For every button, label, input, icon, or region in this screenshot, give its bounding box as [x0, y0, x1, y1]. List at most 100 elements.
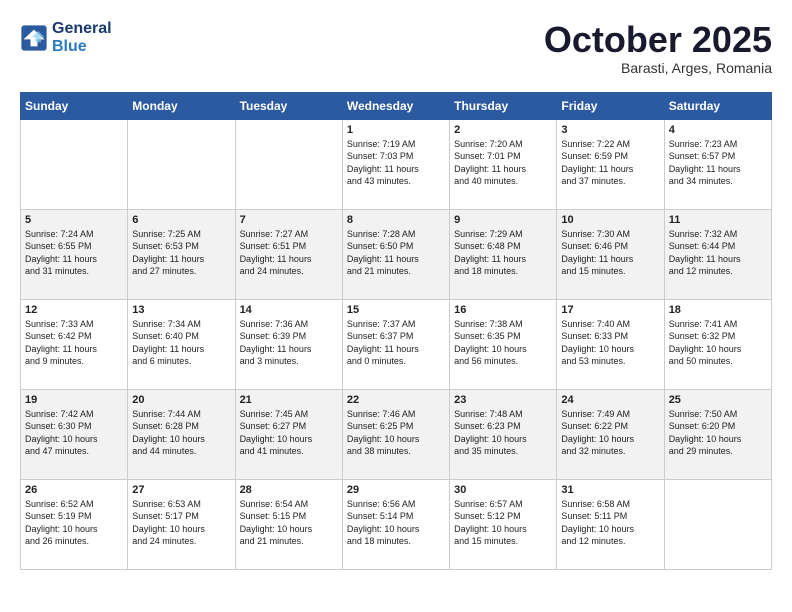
day-number: 1	[347, 124, 445, 136]
cell-info: Sunrise: 7:24 AM Sunset: 6:55 PM Dayligh…	[25, 228, 123, 278]
day-number: 12	[25, 304, 123, 316]
cell-info: Sunrise: 7:48 AM Sunset: 6:23 PM Dayligh…	[454, 408, 552, 458]
cell-info: Sunrise: 7:41 AM Sunset: 6:32 PM Dayligh…	[669, 318, 767, 368]
cell-info: Sunrise: 6:53 AM Sunset: 5:17 PM Dayligh…	[132, 498, 230, 548]
calendar-cell: 2Sunrise: 7:20 AM Sunset: 7:01 PM Daylig…	[450, 119, 557, 209]
day-number: 19	[25, 394, 123, 406]
calendar-cell: 16Sunrise: 7:38 AM Sunset: 6:35 PM Dayli…	[450, 299, 557, 389]
cell-info: Sunrise: 7:27 AM Sunset: 6:51 PM Dayligh…	[240, 228, 338, 278]
calendar-cell: 25 Sunrise: 7:50 AM Sunset: 6:20 PM Dayli…	[664, 389, 771, 479]
day-number: 4	[669, 124, 767, 136]
day-number: 31	[561, 484, 659, 496]
calendar-cell: 20 Sunrise: 7:44 AM Sunset: 6:28 PM Dayli…	[128, 389, 235, 479]
weekday-header-monday: Monday	[128, 92, 235, 119]
calendar-cell: 7 Sunrise: 7:27 AM Sunset: 6:51 PM Daylig…	[235, 209, 342, 299]
calendar-cell: 8 Sunrise: 7:28 AM Sunset: 6:50 PM Daylig…	[342, 209, 449, 299]
day-number: 9	[454, 214, 552, 226]
calendar-cell: 11Sunrise: 7:32 AM Sunset: 6:44 PM Dayli…	[664, 209, 771, 299]
calendar-cell	[21, 119, 128, 209]
day-number: 27	[132, 484, 230, 496]
day-number: 10	[561, 214, 659, 226]
cell-info: Sunrise: 7:33 AM Sunset: 6:42 PM Dayligh…	[25, 318, 123, 368]
cell-info: Sunrise: 7:49 AM Sunset: 6:22 PM Dayligh…	[561, 408, 659, 458]
calendar-week-4: 19Sunrise: 7:42 AM Sunset: 6:30 PM Dayli…	[21, 389, 772, 479]
day-number: 8	[347, 214, 445, 226]
day-number: 20	[132, 394, 230, 406]
page-header: General Blue October 2025 Barasti, Arges…	[20, 20, 772, 76]
calendar-cell: 15Sunrise: 7:37 AM Sunset: 6:37 PM Dayli…	[342, 299, 449, 389]
calendar-cell: 21 Sunrise: 7:45 AM Sunset: 6:27 PM Dayli…	[235, 389, 342, 479]
calendar-week-2: 5 Sunrise: 7:24 AM Sunset: 6:55 PM Daylig…	[21, 209, 772, 299]
day-number: 16	[454, 304, 552, 316]
location-subtitle: Barasti, Arges, Romania	[544, 60, 772, 76]
cell-info: Sunrise: 7:29 AM Sunset: 6:48 PM Dayligh…	[454, 228, 552, 278]
calendar-cell: 12 Sunrise: 7:33 AM Sunset: 6:42 PM Dayli…	[21, 299, 128, 389]
weekday-header-saturday: Saturday	[664, 92, 771, 119]
calendar-cell: 18 Sunrise: 7:41 AM Sunset: 6:32 PM Dayli…	[664, 299, 771, 389]
day-number: 30	[454, 484, 552, 496]
calendar-cell	[235, 119, 342, 209]
calendar-cell: 23 Sunrise: 7:48 AM Sunset: 6:23 PM Dayli…	[450, 389, 557, 479]
weekday-header-tuesday: Tuesday	[235, 92, 342, 119]
day-number: 5	[25, 214, 123, 226]
cell-info: Sunrise: 7:44 AM Sunset: 6:28 PM Dayligh…	[132, 408, 230, 458]
calendar-cell: 22 Sunrise: 7:46 AM Sunset: 6:25 PM Dayli…	[342, 389, 449, 479]
cell-info: Sunrise: 7:50 AM Sunset: 6:20 PM Dayligh…	[669, 408, 767, 458]
calendar-cell: 31Sunrise: 6:58 AM Sunset: 5:11 PM Dayli…	[557, 479, 664, 569]
weekday-header-row: SundayMondayTuesdayWednesdayThursdayFrid…	[21, 92, 772, 119]
cell-info: Sunrise: 7:19 AM Sunset: 7:03 PM Dayligh…	[347, 138, 445, 188]
calendar-cell: 29 Sunrise: 6:56 AM Sunset: 5:14 PM Dayli…	[342, 479, 449, 569]
cell-info: Sunrise: 6:57 AM Sunset: 5:12 PM Dayligh…	[454, 498, 552, 548]
day-number: 14	[240, 304, 338, 316]
calendar-cell: 5 Sunrise: 7:24 AM Sunset: 6:55 PM Daylig…	[21, 209, 128, 299]
calendar-week-3: 12 Sunrise: 7:33 AM Sunset: 6:42 PM Dayli…	[21, 299, 772, 389]
logo-icon	[20, 24, 48, 52]
calendar-cell: 30 Sunrise: 6:57 AM Sunset: 5:12 PM Dayli…	[450, 479, 557, 569]
day-number: 13	[132, 304, 230, 316]
cell-info: Sunrise: 6:56 AM Sunset: 5:14 PM Dayligh…	[347, 498, 445, 548]
day-number: 26	[25, 484, 123, 496]
title-block: October 2025 Barasti, Arges, Romania	[544, 20, 772, 76]
calendar-cell: 27 Sunrise: 6:53 AM Sunset: 5:17 PM Dayli…	[128, 479, 235, 569]
day-number: 3	[561, 124, 659, 136]
cell-info: Sunrise: 7:23 AM Sunset: 6:57 PM Dayligh…	[669, 138, 767, 188]
cell-info: Sunrise: 7:37 AM Sunset: 6:37 PM Dayligh…	[347, 318, 445, 368]
calendar-cell: 3 Sunrise: 7:22 AM Sunset: 6:59 PM Daylig…	[557, 119, 664, 209]
cell-info: Sunrise: 7:40 AM Sunset: 6:33 PM Dayligh…	[561, 318, 659, 368]
day-number: 18	[669, 304, 767, 316]
day-number: 28	[240, 484, 338, 496]
calendar-cell: 26Sunrise: 6:52 AM Sunset: 5:19 PM Dayli…	[21, 479, 128, 569]
calendar-table: SundayMondayTuesdayWednesdayThursdayFrid…	[20, 92, 772, 570]
calendar-cell: 17 Sunrise: 7:40 AM Sunset: 6:33 PM Dayli…	[557, 299, 664, 389]
weekday-header-wednesday: Wednesday	[342, 92, 449, 119]
cell-info: Sunrise: 7:34 AM Sunset: 6:40 PM Dayligh…	[132, 318, 230, 368]
calendar-cell	[128, 119, 235, 209]
calendar-week-5: 26Sunrise: 6:52 AM Sunset: 5:19 PM Dayli…	[21, 479, 772, 569]
month-title: October 2025	[544, 20, 772, 60]
calendar-cell	[664, 479, 771, 569]
calendar-week-1: 1 Sunrise: 7:19 AM Sunset: 7:03 PM Daylig…	[21, 119, 772, 209]
day-number: 7	[240, 214, 338, 226]
calendar-cell: 9 Sunrise: 7:29 AM Sunset: 6:48 PM Daylig…	[450, 209, 557, 299]
cell-info: Sunrise: 7:45 AM Sunset: 6:27 PM Dayligh…	[240, 408, 338, 458]
cell-info: Sunrise: 7:46 AM Sunset: 6:25 PM Dayligh…	[347, 408, 445, 458]
weekday-header-friday: Friday	[557, 92, 664, 119]
logo: General Blue	[20, 20, 112, 56]
calendar-cell: 24 Sunrise: 7:49 AM Sunset: 6:22 PM Dayli…	[557, 389, 664, 479]
calendar-cell: 1 Sunrise: 7:19 AM Sunset: 7:03 PM Daylig…	[342, 119, 449, 209]
day-number: 21	[240, 394, 338, 406]
calendar-cell: 14 Sunrise: 7:36 AM Sunset: 6:39 PM Dayli…	[235, 299, 342, 389]
day-number: 29	[347, 484, 445, 496]
day-number: 24	[561, 394, 659, 406]
day-number: 6	[132, 214, 230, 226]
logo-text: General Blue	[52, 20, 112, 56]
cell-info: Sunrise: 7:28 AM Sunset: 6:50 PM Dayligh…	[347, 228, 445, 278]
day-number: 22	[347, 394, 445, 406]
cell-info: Sunrise: 7:22 AM Sunset: 6:59 PM Dayligh…	[561, 138, 659, 188]
day-number: 23	[454, 394, 552, 406]
day-number: 2	[454, 124, 552, 136]
day-number: 17	[561, 304, 659, 316]
day-number: 25	[669, 394, 767, 406]
cell-info: Sunrise: 7:36 AM Sunset: 6:39 PM Dayligh…	[240, 318, 338, 368]
cell-info: Sunrise: 7:25 AM Sunset: 6:53 PM Dayligh…	[132, 228, 230, 278]
